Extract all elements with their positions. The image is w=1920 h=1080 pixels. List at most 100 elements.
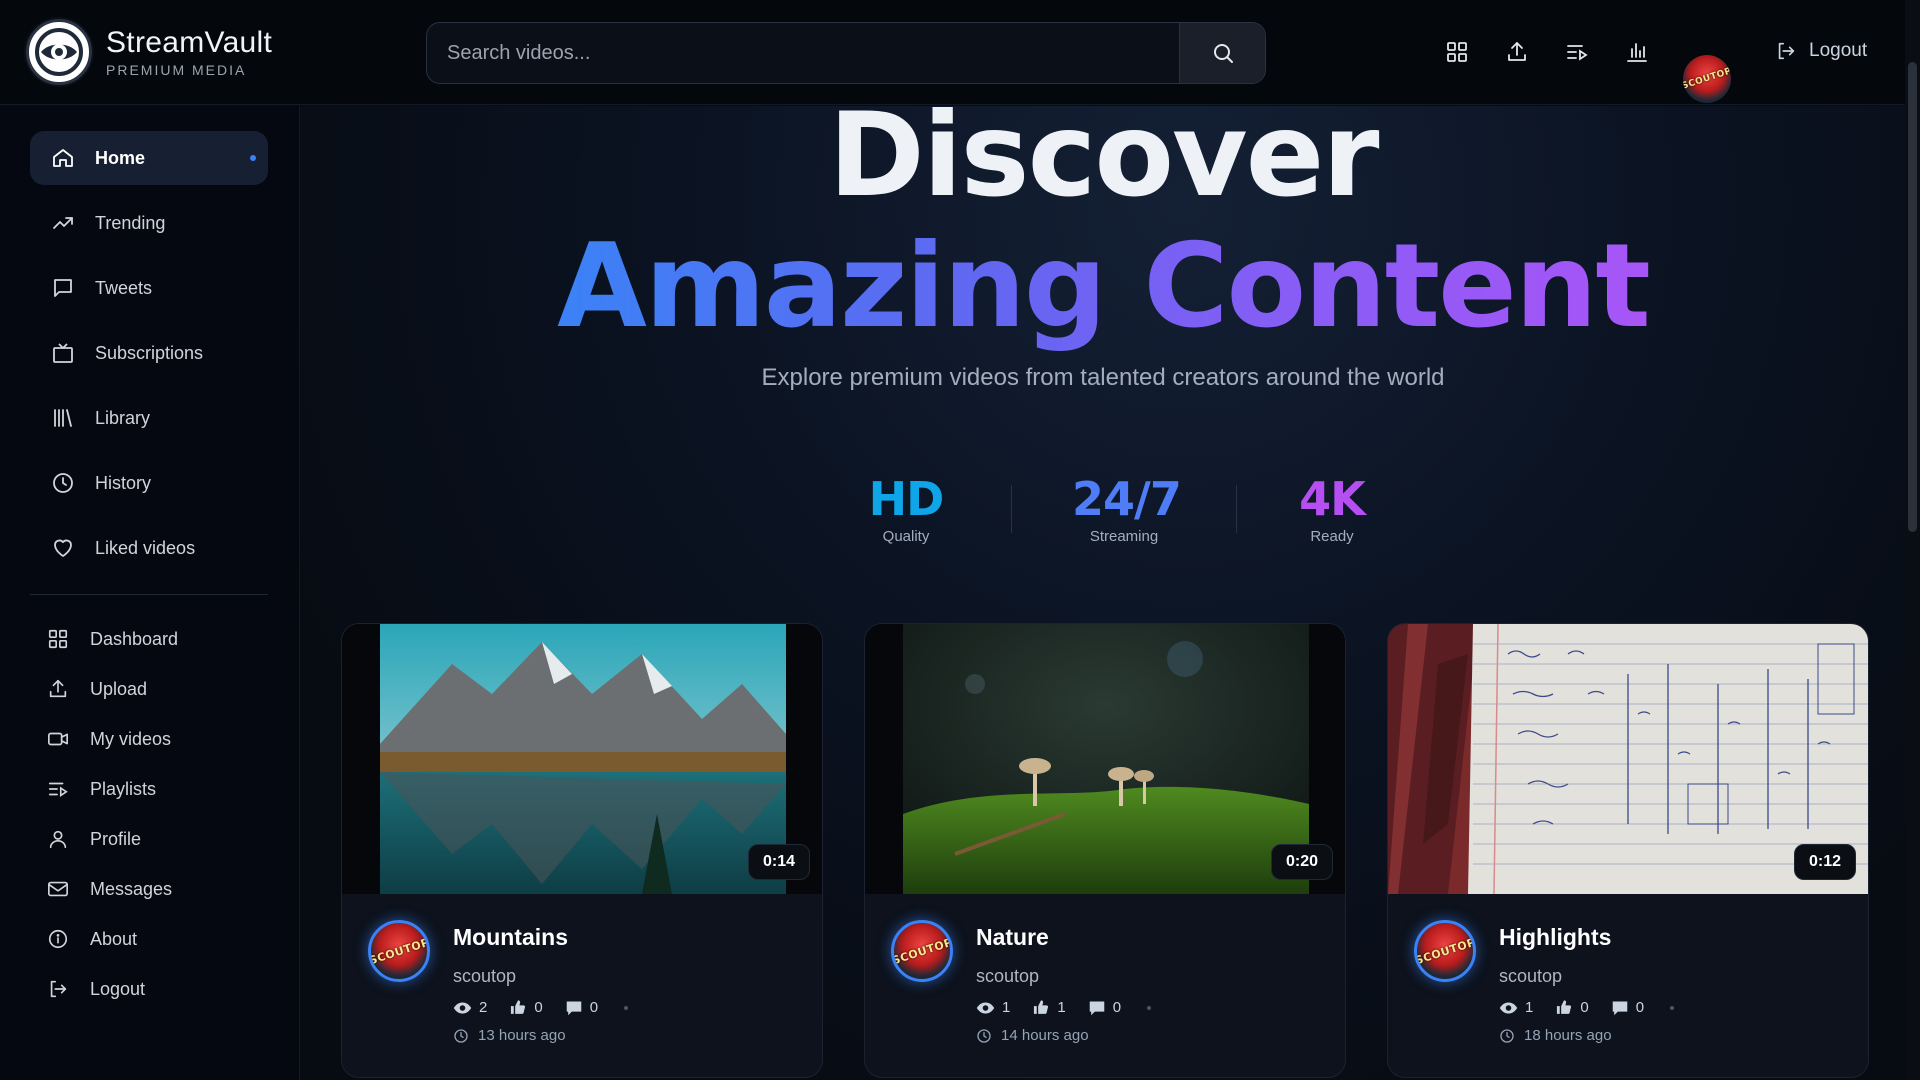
video-card[interactable]: 0:12 SCOUTOP Highlights scoutop 1 0 0 18… [1387,623,1869,1078]
sidebar-item-logout[interactable]: Logout [30,969,268,1009]
sidebar: Home Trending Tweets Subscriptions Libra… [0,106,300,1080]
home-icon [53,149,73,167]
comment-count: 0 [1611,999,1644,1016]
channel-avatar[interactable]: SCOUTOP [891,920,953,982]
sidebar-item-label: Logout [90,978,146,999]
video-title[interactable]: Nature [976,924,1049,951]
view-count: 1 [976,999,1010,1016]
stat-label: Ready [1310,528,1354,545]
channel-avatar[interactable]: SCOUTOP [1414,920,1476,982]
thumbs-up-icon [1034,1000,1049,1014]
sidebar-item-tweets[interactable]: Tweets [30,261,268,315]
channel-name[interactable]: scoutop [453,966,516,987]
search-button[interactable] [1179,23,1265,83]
hero-subtitle: Explore premium videos from talented cre… [761,364,1445,391]
page-scrollbar-thumb[interactable] [1908,62,1917,532]
logo-icon [26,19,92,85]
feature-stats: HD Quality 24/7 Streaming 4K Ready [861,472,1367,545]
history-icon [53,473,73,493]
video-thumbnail[interactable]: 0:12 [1388,624,1868,894]
sidebar-item-library[interactable]: Library [30,391,268,445]
like-count: 1 [1032,999,1066,1016]
logout-icon [1778,42,1795,60]
channel-name[interactable]: scoutop [1499,966,1562,987]
channel-name[interactable]: scoutop [976,966,1039,987]
sidebar-item-liked-videos[interactable]: Liked videos [30,521,268,575]
view-count: 1 [1499,999,1533,1016]
sidebar-item-history[interactable]: History [30,456,268,510]
hero-title-gradient: Amazing Content [557,219,1651,354]
search-bar [426,22,1266,84]
sidebar-item-label: Trending [95,212,166,233]
upload-time: 18 hours ago [1499,1027,1612,1044]
sidebar-item-playlists[interactable]: Playlists [30,769,268,809]
sidebar-item-profile[interactable]: Profile [30,819,268,859]
stat-label: Quality [882,528,930,545]
search-icon [1213,44,1233,63]
sidebar-item-label: Home [95,147,146,168]
sidebar-item-label: Library [95,407,151,428]
video-title[interactable]: Highlights [1499,924,1611,951]
sidebar-item-messages[interactable]: Messages [30,869,268,909]
upload-time: 14 hours ago [976,1027,1089,1044]
sidebar-item-upload[interactable]: Upload [30,669,268,709]
sidebar-item-trending[interactable]: Trending [30,196,268,250]
hero-title-line2: Amazing Content [301,223,1905,351]
video-stats: 1 0 0 [1499,999,1675,1016]
video-card[interactable]: 0:14 SCOUTOP Mountains scoutop 2 0 0 13 … [341,623,823,1078]
stat-value: 4K [1299,472,1366,526]
eye-icon [976,1001,995,1014]
stat-divider [1236,484,1237,533]
meta-separator [1147,1005,1152,1010]
sidebar-item-label: Liked videos [95,537,196,558]
stat-quality: HD Quality [861,472,951,545]
video-thumbnail[interactable]: 0:14 [342,624,822,894]
header-upload-button[interactable] [1500,35,1534,69]
video-card[interactable]: 0:20 SCOUTOP Nature scoutop 1 1 0 14 hou… [864,623,1346,1078]
comment-count: 0 [565,999,598,1016]
header-logout-label: Logout [1809,40,1868,61]
sidebar-item-my-videos[interactable]: My videos [30,719,268,759]
header-playlists-button[interactable] [1560,35,1594,69]
trending-icon [53,217,73,229]
dashboard-icon [48,629,68,649]
like-count: 0 [509,999,543,1016]
library-icon [54,409,72,427]
heart-icon [54,539,72,557]
clock-icon [454,1028,468,1043]
upload-icon [1508,42,1526,61]
hero-title-line1: Discover [828,106,1379,223]
video-stats: 2 0 0 [453,999,629,1016]
sidebar-item-label: Upload [90,678,148,699]
stat-value: HD [868,472,945,526]
video-duration: 0:20 [1270,844,1333,880]
sidebar-item-subscriptions[interactable]: Subscriptions [30,326,268,380]
mail-icon [48,881,68,897]
header-avatar[interactable]: SCOUTOP [1683,55,1731,103]
clock-icon [977,1028,991,1043]
sidebar-item-label: History [95,472,152,493]
stat-label: Streaming [1089,528,1159,545]
video-thumbnail[interactable]: 0:20 [865,624,1345,894]
video-duration: 0:12 [1793,844,1856,880]
header-stats-button[interactable] [1620,35,1654,69]
stat-streaming: 24/7 Streaming [1072,472,1182,545]
video-title[interactable]: Mountains [453,924,568,951]
sidebar-item-dashboard[interactable]: Dashboard [30,619,268,659]
tweets-icon [54,279,72,297]
sidebar-item-about[interactable]: About [30,919,268,959]
search-input[interactable] [427,23,1179,83]
header-logout-button[interactable]: Logout [1775,40,1867,62]
channel-avatar[interactable]: SCOUTOP [368,920,430,982]
dashboard-icon [1447,42,1467,62]
sidebar-item-home[interactable]: Home [30,131,268,185]
app-tagline: PREMIUM MEDIA [106,62,247,78]
logout-icon [50,980,67,998]
logo[interactable]: StreamVault PREMIUM MEDIA [26,19,272,85]
header-dashboard-button[interactable] [1440,35,1474,69]
thumbs-up-icon [511,1000,526,1014]
comment-icon [566,1000,581,1015]
comment-icon [1612,1000,1627,1015]
active-indicator [250,155,256,161]
comment-icon [1089,1000,1104,1015]
